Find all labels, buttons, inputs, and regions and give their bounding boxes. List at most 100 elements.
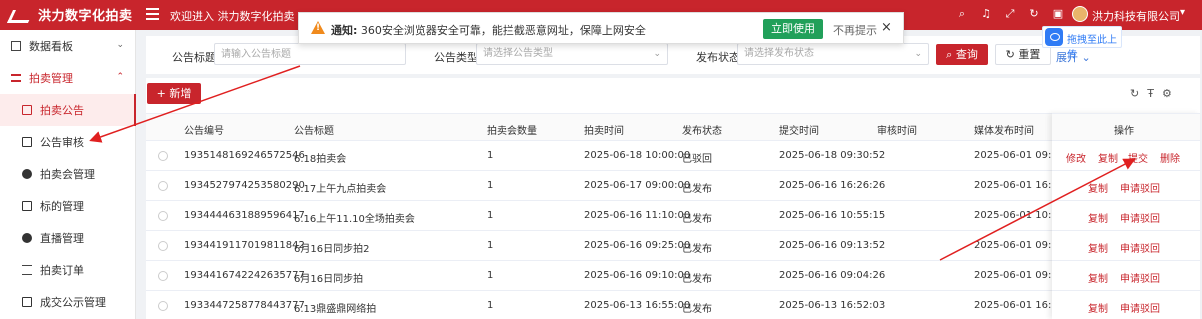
app-logo[interactable]: 洪力数字化拍卖 [10, 5, 133, 24]
copy-button[interactable]: 复制 [1098, 150, 1118, 165]
sidebar-item-auction-session[interactable]: 拍卖会管理 [0, 158, 136, 190]
cell-status: 已发布 [682, 244, 712, 255]
copy-button[interactable]: 复制 [1088, 240, 1108, 255]
sidebar: 数据看板 ⌄ 拍卖管理 ⌃ 拍卖公告 公告审核 拍卖会管理 标的管理 直播管理 … [0, 30, 136, 319]
cell-title: 6月16日同步拍2 [294, 244, 370, 255]
sidebar-item-lot-management[interactable]: 标的管理 [0, 190, 136, 222]
lock-icon[interactable]: ▣ [1051, 7, 1065, 21]
request-reject-button[interactable]: 申请驳回 [1120, 240, 1160, 255]
row-radio[interactable] [158, 211, 168, 221]
sidebar-item-deal-publicity[interactable]: 成交公示管理 [0, 286, 136, 318]
cell-status: 已发布 [682, 214, 712, 225]
row-radio[interactable] [158, 181, 168, 191]
top-icon-group: ⌕ ♫ ⤢ ↻ ▣ A [955, 7, 1089, 21]
cell-title: 6.17上午九点拍卖会 [294, 184, 387, 195]
menu-toggle-icon[interactable] [146, 8, 159, 20]
settings-icon[interactable]: ⚙ [1162, 87, 1172, 100]
title-filter-input[interactable] [214, 43, 406, 65]
request-reject-button[interactable]: 申请驳回 [1120, 270, 1160, 285]
sidebar-item-label: 拍卖会管理 [40, 168, 95, 181]
column-header: 媒体发布时间 [974, 126, 1034, 137]
operations-column: 操作 修改 复制 提交 删除 复制 申请驳回 复制 申请驳回 复制 申请驳回 复… [1052, 113, 1200, 319]
cell-title: 6月16日同步拍 [294, 274, 364, 285]
status-filter-select[interactable]: 请选择发布状态 ⌄ [737, 43, 929, 65]
table-header: 公告编号 公告标题 拍卖会数量 拍卖时间 发布状态 提交时间 审核时间 媒体发布… [146, 113, 1200, 141]
cell-submit-time: 2025-06-16 10:55:15 [779, 210, 886, 221]
cell-id: 1934416742242635777 [184, 270, 305, 281]
dont-show-again-link[interactable]: 不再提示 [833, 22, 877, 38]
cell-id: 1934527974253580290 [184, 180, 305, 191]
avatar[interactable] [1072, 6, 1088, 22]
add-button-label: 新增 [169, 87, 192, 100]
dashboard-icon [11, 41, 21, 51]
cell-auction-time: 2025-06-17 09:00:00 [584, 180, 691, 191]
request-reject-button[interactable]: 申请驳回 [1120, 210, 1160, 225]
edit-button[interactable]: 修改 [1066, 150, 1086, 165]
bell-icon[interactable]: ♫ [979, 7, 993, 21]
column-header: 发布状态 [682, 126, 722, 137]
close-icon[interactable]: × [881, 20, 892, 35]
table-row[interactable]: 1935148169246572546 6.18拍卖会 1 2025-06-18… [146, 141, 1200, 171]
cell-submit-time: 2025-06-16 09:04:26 [779, 270, 886, 281]
search-button[interactable]: ⌕ 查询 [936, 44, 988, 65]
sidebar-item-dashboard[interactable]: 数据看板 ⌄ [0, 30, 136, 62]
cell-count: 1 [487, 240, 494, 251]
table-row[interactable]: 1934416742242635777 6月16日同步拍 1 2025-06-1… [146, 261, 1200, 291]
sidebar-item-auction-management[interactable]: 拍卖管理 ⌃ [0, 62, 136, 94]
submit-button[interactable]: 提交 [1128, 150, 1148, 165]
chevron-down-icon: ⌄ [914, 49, 922, 59]
row-radio[interactable] [158, 301, 168, 311]
row-radio[interactable] [158, 241, 168, 251]
chevron-down-icon: ⌄ [116, 40, 124, 50]
copy-button[interactable]: 复制 [1088, 210, 1108, 225]
table-row[interactable]: 1934419117019811842 6月16日同步拍2 1 2025-06-… [146, 231, 1200, 261]
table-row[interactable]: 1934527974253580290 6.17上午九点拍卖会 1 2025-0… [146, 171, 1200, 201]
refresh-icon[interactable]: ↻ [1027, 7, 1041, 21]
refresh-icon[interactable]: ↻ [1130, 87, 1139, 100]
cell-auction-time: 2025-06-16 09:10:00 [584, 270, 691, 281]
logo-icon [10, 7, 32, 23]
request-reject-button[interactable]: 申请驳回 [1120, 180, 1160, 195]
add-button[interactable]: + 新增 [147, 83, 201, 104]
cell-submit-time: 2025-06-16 09:13:52 [779, 240, 886, 251]
cell-auction-time: 2025-06-18 10:00:00 [584, 150, 691, 161]
sidebar-item-label: 拍卖公告 [40, 104, 84, 117]
cell-submit-time: 2025-06-18 09:30:52 [779, 150, 886, 161]
cell-count: 1 [487, 210, 494, 221]
search-icon[interactable]: ⌕ [955, 7, 969, 21]
operations-row: 复制 申请驳回 [1052, 171, 1200, 201]
chevron-down-icon[interactable]: ▾ [1180, 7, 1185, 18]
cell-count: 1 [487, 180, 494, 191]
sidebar-item-auction-notice[interactable]: 拍卖公告 [0, 94, 136, 126]
chevron-down-icon: ⌄ [653, 49, 661, 59]
type-filter-select[interactable]: 请选择公告类型 ⌄ [476, 43, 668, 65]
request-reject-button[interactable]: 申请驳回 [1120, 300, 1160, 315]
box-icon [22, 201, 32, 211]
drag-upload-widget[interactable]: 拖拽至此上传 [1042, 26, 1122, 61]
copy-button[interactable]: 复制 [1088, 180, 1108, 195]
row-radio[interactable] [158, 271, 168, 281]
search-button-label: 查询 [955, 48, 978, 61]
sidebar-item-label: 标的管理 [40, 200, 84, 213]
row-radio[interactable] [158, 151, 168, 161]
company-name[interactable]: 洪力科技有限公司 [1092, 8, 1180, 24]
column-height-icon[interactable]: Ŧ [1147, 87, 1154, 100]
sidebar-item-notice-review[interactable]: 公告审核 [0, 126, 136, 158]
welcome-text: 欢迎进入 洪力数字化拍卖 [170, 10, 295, 23]
copy-button[interactable]: 复制 [1088, 270, 1108, 285]
use-now-button[interactable]: 立即使用 [763, 19, 823, 39]
cell-id: 1935148169246572546 [184, 150, 305, 161]
cell-count: 1 [487, 300, 494, 311]
sidebar-item-live-management[interactable]: 直播管理 [0, 222, 136, 254]
type-filter-placeholder: 请选择公告类型 [483, 48, 553, 59]
sidebar-item-auction-orders[interactable]: 拍卖订单 [0, 254, 136, 286]
operations-row: 复制 申请驳回 [1052, 231, 1200, 261]
fullscreen-icon[interactable]: ⤢ [1003, 7, 1017, 21]
operations-header: 操作 [1052, 113, 1200, 141]
operations-row: 复制 申请驳回 [1052, 291, 1200, 319]
table-row[interactable]: 1934444631889596417 6.16上午11.10全场拍卖会 1 2… [146, 201, 1200, 231]
delete-button[interactable]: 删除 [1160, 150, 1180, 165]
table-row[interactable]: 1933447258778443777 6.13鼎盛鼎网络拍 1 2025-06… [146, 291, 1200, 319]
copy-button[interactable]: 复制 [1088, 300, 1108, 315]
cell-id: 1934444631889596417 [184, 210, 305, 221]
